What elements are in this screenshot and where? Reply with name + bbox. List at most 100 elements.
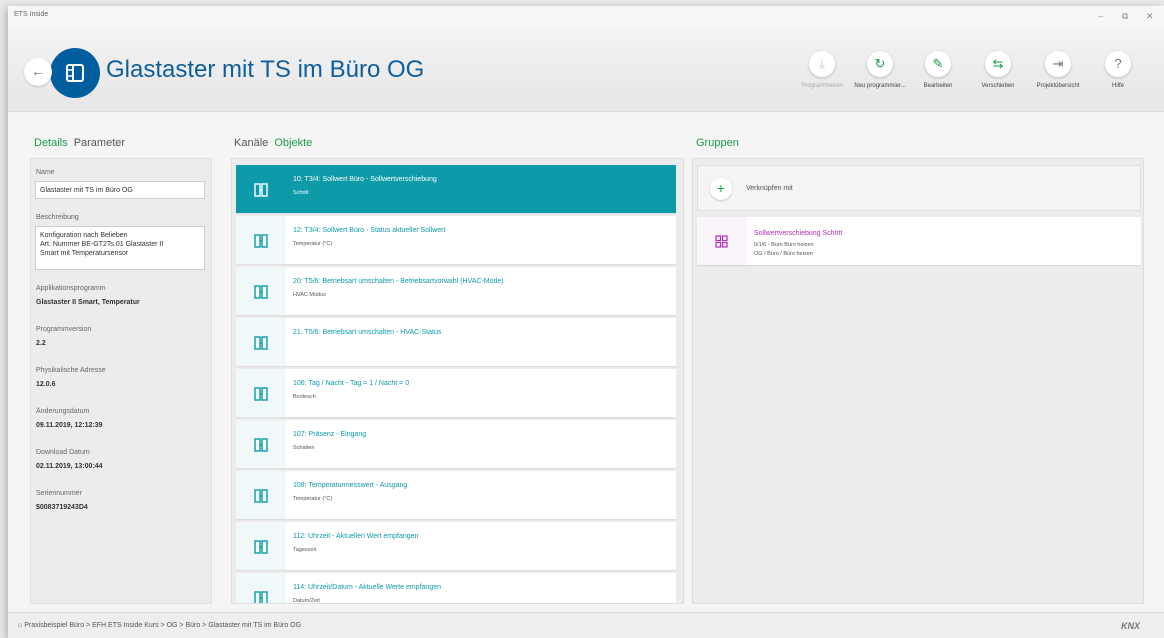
object-row[interactable]: 10: T3/4: Sollwert Büro - Sollwertversch… xyxy=(236,165,676,213)
plus-icon[interactable]: + xyxy=(710,178,732,200)
application-label: Applikationsprogramm xyxy=(36,285,106,292)
object-title: 112: Uhrzeit - Aktuellen Wert empfangen xyxy=(293,533,419,540)
app-title: ETS Inside xyxy=(14,11,49,18)
group-object-icon xyxy=(254,591,268,603)
object-datatype: Temperatur (°C) xyxy=(293,241,333,247)
object-datatype: Tageszeit xyxy=(293,547,317,553)
object-title: 21: T5/6: Betriebsart umschalten - HVAC-… xyxy=(293,329,442,336)
download-date-label: Download Datum xyxy=(36,449,90,456)
page-title: Glastaster mit TS im Büro OG xyxy=(106,56,425,83)
group-object-icon xyxy=(254,183,268,197)
refresh-icon: ↻ xyxy=(867,51,893,77)
edit-label: Bearbeiten xyxy=(923,83,953,89)
exit-icon: ⇥ xyxy=(1045,51,1071,77)
restore-button[interactable]: ⧉ xyxy=(1122,11,1128,22)
object-title: 107: Präsenz - Eingang xyxy=(293,431,367,438)
group-icon-cell xyxy=(697,217,747,265)
help-button[interactable]: ? Hilfe xyxy=(1084,51,1152,89)
description-label: Beschreibung xyxy=(36,214,79,221)
minimize-button[interactable]: – xyxy=(1098,11,1103,21)
tab-details[interactable]: Details xyxy=(34,137,68,149)
page-header: ← Glastaster mit TS im Büro OG ⤓ Program… xyxy=(8,28,1164,112)
tab-kanaele[interactable]: Kanäle xyxy=(234,137,268,149)
groups-panel: + Verknüpfen mit Sollwertverschiebung Sc… xyxy=(692,158,1144,604)
title-bar: ETS Inside – ⧉ ✕ xyxy=(8,6,1164,28)
help-label: Hilfe xyxy=(1111,83,1124,89)
object-title: 114: Uhrzeit/Datum - Aktuelle Werte empf… xyxy=(293,584,441,591)
change-date-label: Änderungsdatum xyxy=(36,408,90,415)
group-title: Sollwertverschiebung Schritt xyxy=(754,230,843,237)
object-row[interactable]: 112: Uhrzeit - Aktuellen Wert empfangen … xyxy=(236,522,676,570)
serial-label: Seriennummer xyxy=(36,490,82,497)
object-icon-cell xyxy=(236,369,286,417)
description-line: Konfiguration nach Belieben xyxy=(40,232,128,239)
object-icon-cell xyxy=(236,471,286,519)
back-button[interactable]: ← xyxy=(24,58,52,86)
object-icon-cell xyxy=(236,522,286,570)
object-datatype: Temperatur (°C) xyxy=(293,496,333,502)
details-panel: Name Glastaster mit TS im Büro OG Beschr… xyxy=(30,158,212,604)
pencil-icon: ✎ xyxy=(925,51,951,77)
object-row[interactable]: 20: T5/6: Betriebsart umschalten - Betri… xyxy=(236,267,676,315)
object-row[interactable]: 107: Präsenz - Eingang Schalten xyxy=(236,420,676,468)
tab-parameter[interactable]: Parameter xyxy=(74,137,125,149)
change-date-value: 09.11.2019, 12:12:39 xyxy=(36,422,103,429)
description-line: Art. Nummer BE-GT2Ts.01 Glastaster II xyxy=(40,241,164,248)
version-value: 2.2 xyxy=(36,340,46,347)
description-line: Smart mit Temperatursensor xyxy=(40,250,129,257)
object-row[interactable]: 108: Temperaturmesswert - Ausgang Temper… xyxy=(236,471,676,519)
name-field[interactable]: Glastaster mit TS im Büro OG xyxy=(35,181,205,199)
object-title: 106: Tag / Nacht - Tag = 1 / Nacht = 0 xyxy=(293,380,410,387)
group-object-icon xyxy=(254,234,268,248)
object-icon-cell xyxy=(236,573,286,603)
edit-button[interactable]: ✎ Bearbeiten xyxy=(904,51,972,89)
object-datatype: Datum/Zeit xyxy=(293,598,320,604)
object-row[interactable]: 114: Uhrzeit/Datum - Aktuelle Werte empf… xyxy=(236,573,676,604)
object-row[interactable]: 12: T3/4: Sollwert Büro - Status aktuell… xyxy=(236,216,676,264)
name-label: Name xyxy=(36,169,55,176)
application-value: Glastaster II Smart, Temperatur xyxy=(36,299,140,306)
object-title: 12: T3/4: Sollwert Büro - Status aktuell… xyxy=(293,227,446,234)
link-with-label: Verknüpfen mit xyxy=(746,185,793,192)
download-date-value: 02.11.2019, 13:00:44 xyxy=(36,463,103,470)
object-title: 10: T3/4: Sollwert Büro - Sollwertversch… xyxy=(293,176,437,183)
group-path-line: OG / Büro / Büro heizen xyxy=(754,251,813,257)
tab-objekte[interactable]: Objekte xyxy=(274,137,312,149)
group-object-icon xyxy=(254,336,268,350)
breadcrumb-text: Praxisbeispiel Büro > EFH ETS Inside Kur… xyxy=(24,622,302,629)
app-window: ETS Inside – ⧉ ✕ ← Glastaster mit TS im … xyxy=(8,6,1164,638)
middle-tabs: Kanäle Objekte xyxy=(234,137,312,149)
close-button[interactable]: ✕ xyxy=(1146,11,1154,22)
group-object-icon xyxy=(254,489,268,503)
object-datatype: Schritt xyxy=(293,190,309,196)
groups-heading: Gruppen xyxy=(696,137,739,149)
object-row[interactable]: 106: Tag / Nacht - Tag = 1 / Nacht = 0 B… xyxy=(236,369,676,417)
left-tabs: Details Parameter xyxy=(34,137,125,149)
object-row[interactable]: 21: T5/6: Betriebsart umschalten - HVAC-… xyxy=(236,318,676,366)
project-overview-button[interactable]: ⇥ Projektübersicht xyxy=(1024,51,1092,89)
group-object-icon xyxy=(254,387,268,401)
version-label: Programmversion xyxy=(36,326,92,333)
help-icon: ? xyxy=(1105,51,1131,77)
object-title: 20: T5/6: Betriebsart umschalten - Betri… xyxy=(293,278,504,285)
object-icon-cell xyxy=(236,216,286,264)
link-with-row[interactable]: + Verknüpfen mit xyxy=(697,165,1141,211)
object-icon-cell xyxy=(236,420,286,468)
objects-panel: 10: T3/4: Sollwert Büro - Sollwertversch… xyxy=(231,158,684,604)
group-address-line: 0/1/6 - Büro Büro heizen xyxy=(754,242,814,248)
serial-value: $0083719243D4 xyxy=(36,504,88,511)
download-icon: ⤓ xyxy=(809,51,835,77)
group-address-row[interactable]: Sollwertverschiebung Schritt 0/1/6 - Bür… xyxy=(697,217,1141,265)
object-icon-cell xyxy=(236,165,286,213)
swap-icon: ⇆ xyxy=(985,51,1011,77)
breadcrumb[interactable]: ⌂ Praxisbeispiel Büro > EFH ETS Inside K… xyxy=(18,622,301,629)
description-field[interactable]: Konfiguration nach Belieben Art. Nummer … xyxy=(35,226,205,270)
move-button[interactable]: ⇆ Verschieben xyxy=(964,51,1032,89)
project-overview-label: Projektübersicht xyxy=(1036,83,1080,89)
group-object-icon xyxy=(254,438,268,452)
move-label: Verschieben xyxy=(981,83,1015,89)
device-icon xyxy=(50,48,100,98)
object-datatype: Boolesch xyxy=(293,394,316,400)
object-datatype: HVAC Modus xyxy=(293,292,326,298)
group-address-icon xyxy=(715,235,728,248)
